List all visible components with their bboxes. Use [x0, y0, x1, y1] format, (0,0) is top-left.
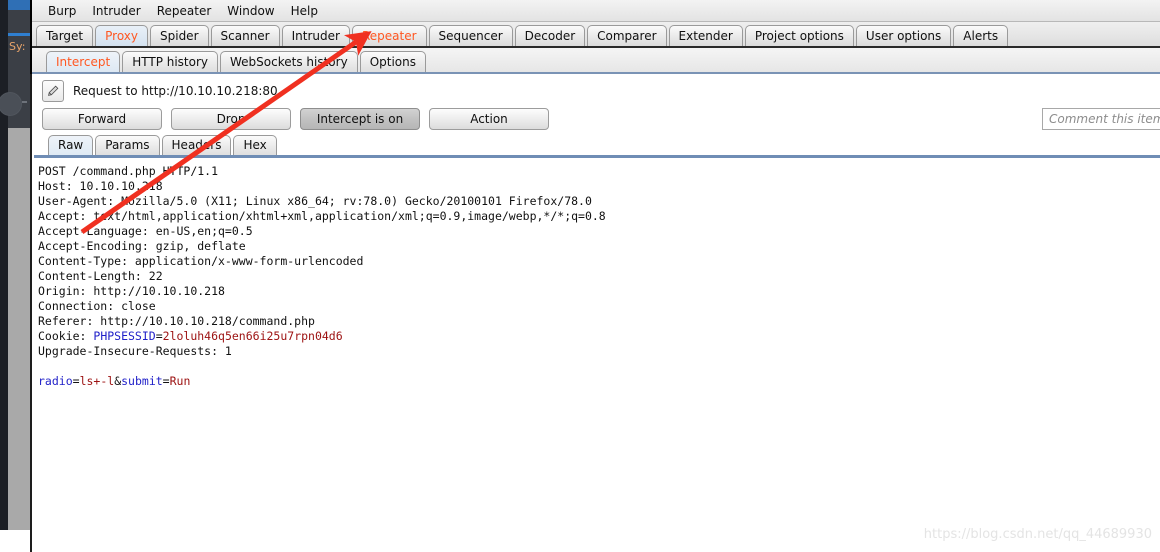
background-window-accent	[8, 33, 30, 36]
tab-alerts[interactable]: Alerts	[953, 25, 1009, 46]
raw-request-line: Accept: text/html,application/xhtml+xml,…	[38, 209, 606, 223]
tab-spider[interactable]: Spider	[150, 25, 209, 46]
burp-suite-window: Burp Intruder Repeater Window Help Targe…	[30, 0, 1160, 552]
subtab-websockets-history[interactable]: WebSockets history	[220, 51, 358, 72]
menu-bar: Burp Intruder Repeater Window Help	[32, 0, 1160, 22]
tab-proxy[interactable]: Proxy	[95, 25, 148, 46]
body-param1-name: radio	[38, 374, 73, 388]
background-window-edge	[0, 0, 8, 530]
view-tab-headers[interactable]: Headers	[161, 135, 232, 155]
background-window-titlebar	[8, 0, 30, 10]
proxy-sub-tab-bar: Intercept HTTP history WebSockets histor…	[32, 48, 1160, 74]
raw-request-body-line: radio=ls+-l&submit=Run	[38, 374, 1160, 389]
watermark: https://blog.csdn.net/qq_44689930	[923, 527, 1152, 542]
raw-request-editor[interactable]: POST /command.php HTTP/1.1 Host: 10.10.1…	[34, 158, 1160, 550]
cookie-prefix: Cookie:	[38, 329, 94, 343]
main-tab-bar: Target Proxy Spider Scanner Intruder Rep…	[32, 22, 1160, 48]
cookie-equals: =	[155, 329, 163, 343]
menu-item-intruder[interactable]: Intruder	[84, 2, 148, 20]
raw-request-line: POST /command.php HTTP/1.1	[38, 164, 219, 178]
raw-request-line: Referer: http://10.10.10.218/command.php	[38, 314, 315, 328]
view-tab-params[interactable]: Params	[95, 135, 160, 155]
background-window-lower-panel	[8, 128, 30, 530]
subtab-intercept[interactable]: Intercept	[46, 51, 121, 72]
tab-comparer[interactable]: Comparer	[587, 25, 667, 46]
tab-sequencer[interactable]: Sequencer	[428, 25, 513, 46]
tab-repeater[interactable]: Repeater	[351, 25, 427, 46]
menu-item-window[interactable]: Window	[219, 2, 282, 20]
menu-item-help[interactable]: Help	[283, 2, 326, 20]
raw-request-line: Accept-Encoding: gzip, deflate	[38, 239, 246, 253]
tab-scanner[interactable]: Scanner	[210, 25, 280, 46]
tab-extender[interactable]: Extender	[668, 25, 743, 46]
cookie-name: PHPSESSID	[93, 329, 156, 343]
request-title: Request to http://10.10.10.218:80	[73, 83, 278, 98]
drop-button[interactable]: Drop	[171, 108, 291, 130]
body-param1-equals: =	[72, 374, 80, 388]
comment-input[interactable]: Comment this item	[1042, 108, 1160, 130]
raw-request-line: Content-Length: 22	[38, 269, 163, 283]
body-param2-equals: =	[162, 374, 170, 388]
menu-item-repeater[interactable]: Repeater	[149, 2, 220, 20]
raw-request-line: Host: 10.10.10.218	[38, 179, 163, 193]
tab-project-options[interactable]: Project options	[744, 25, 854, 46]
subtab-options[interactable]: Options	[359, 51, 426, 72]
request-action-buttons: Forward Drop Intercept is on Action Comm…	[34, 104, 1160, 134]
request-header-row: Request to http://10.10.10.218:80	[34, 74, 1160, 104]
background-window-label: Sy:	[9, 40, 26, 53]
intercept-request-panel: Request to http://10.10.10.218:80 Forwar…	[30, 74, 1160, 552]
raw-request-line: User-Agent: Mozilla/5.0 (X11; Linux x86_…	[38, 194, 592, 208]
raw-request-line: Connection: close	[38, 299, 156, 313]
tab-intruder[interactable]: Intruder	[281, 25, 350, 46]
raw-request-blank-line	[38, 359, 1160, 374]
body-param2-name: submit	[121, 374, 163, 388]
body-param1-value: ls+-l	[79, 374, 115, 388]
raw-request-line: Origin: http://10.10.10.218	[38, 284, 225, 298]
pencil-icon[interactable]	[42, 79, 64, 102]
raw-request-cookie-line: Cookie: PHPSESSID=2loluh46q5en66i25u7rpn…	[38, 329, 1160, 344]
background-window-circle	[0, 92, 22, 116]
view-tab-raw[interactable]: Raw	[48, 135, 94, 155]
raw-request-line: Content-Type: application/x-www-form-url…	[38, 254, 364, 268]
raw-request-line: Upgrade-Insecure-Requests: 1	[38, 344, 232, 358]
background-window: Sy:	[0, 0, 30, 530]
tab-decoder[interactable]: Decoder	[514, 25, 586, 46]
tab-target[interactable]: Target	[36, 25, 94, 46]
menu-item-burp[interactable]: Burp	[40, 2, 84, 20]
view-tab-hex[interactable]: Hex	[233, 135, 277, 155]
request-view-tab-bar: Raw Params Headers Hex	[34, 134, 1160, 158]
forward-button[interactable]: Forward	[42, 108, 162, 130]
background-window-dash	[22, 101, 27, 103]
raw-request-line: Accept-Language: en-US,en;q=0.5	[38, 224, 253, 238]
action-button[interactable]: Action	[429, 108, 549, 130]
tab-user-options[interactable]: User options	[855, 25, 952, 46]
cookie-value: 2loluh46q5en66i25u7rpn04d6	[162, 329, 343, 343]
body-param2-value: Run	[169, 374, 191, 388]
subtab-http-history[interactable]: HTTP history	[122, 51, 219, 72]
intercept-toggle-button[interactable]: Intercept is on	[300, 108, 420, 130]
